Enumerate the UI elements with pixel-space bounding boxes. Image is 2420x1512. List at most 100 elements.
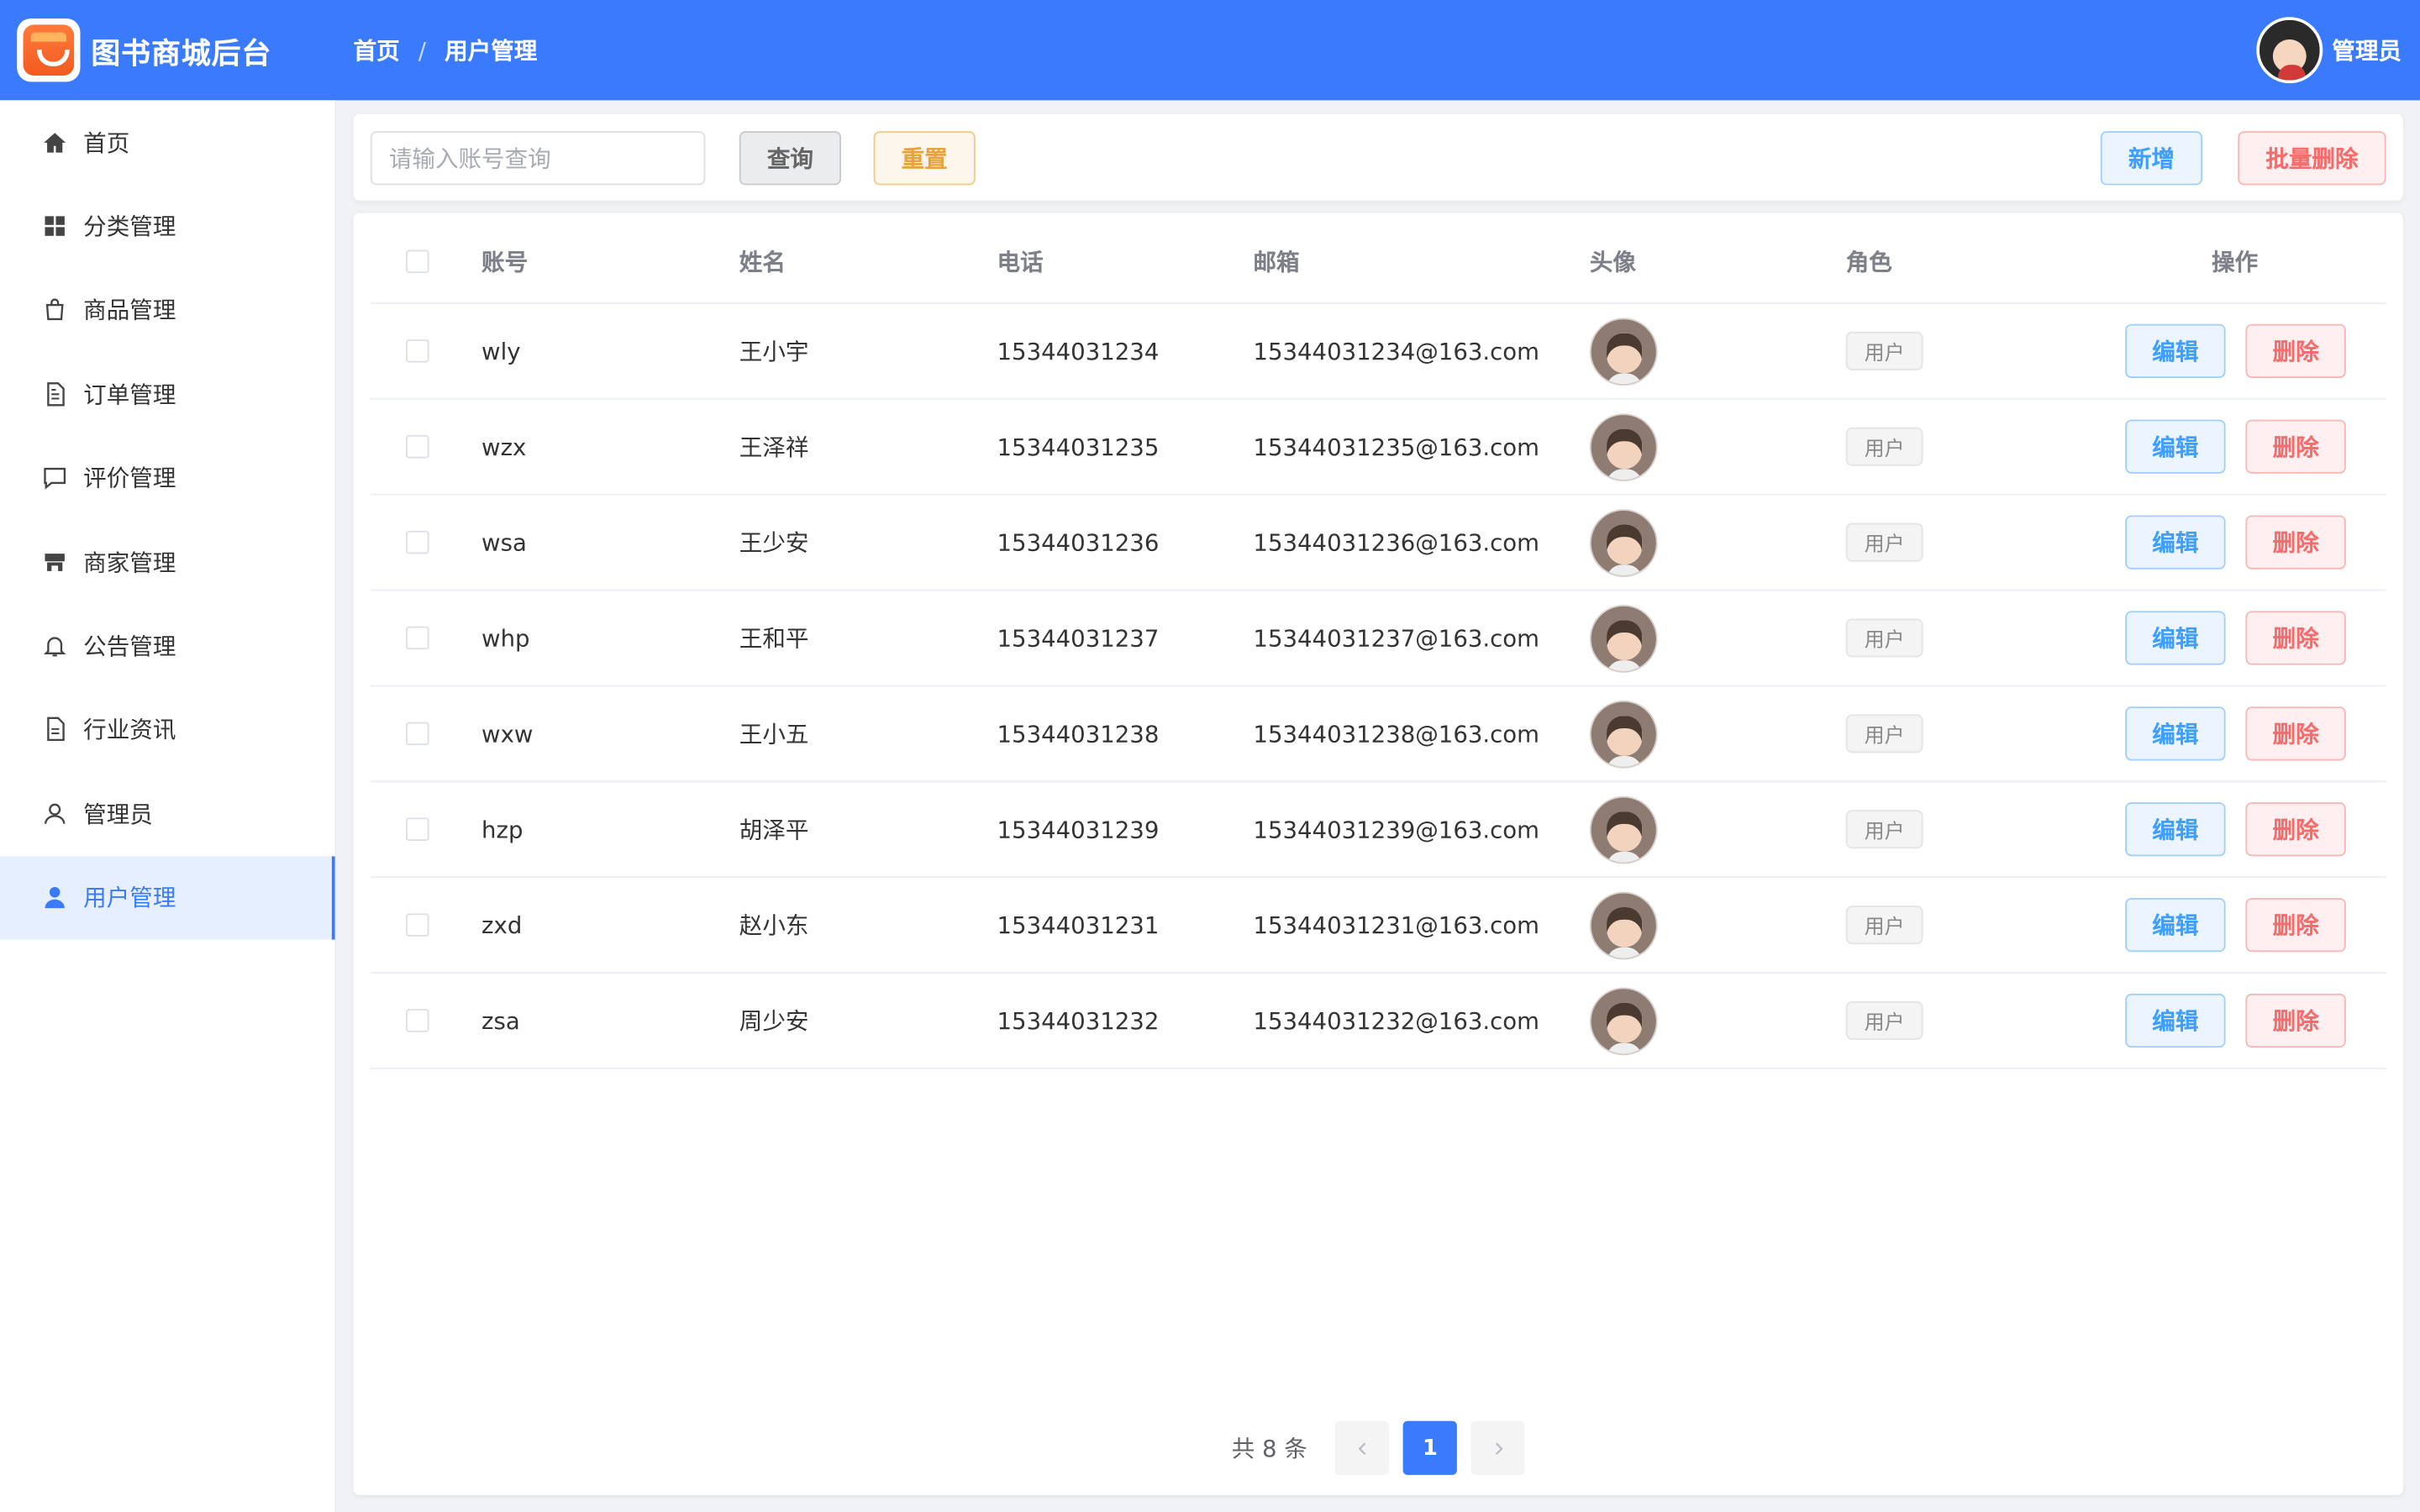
sidebar-item-reviews[interactable]: 评价管理 (0, 436, 335, 520)
table-body: wly 王小宇 15344031234 15344031234@163.com … (370, 304, 2386, 1069)
row-checkbox[interactable] (406, 626, 429, 650)
table-header-row: 账号 姓名 电话 邮箱 头像 角色 操作 (370, 219, 2386, 304)
user-avatar[interactable] (1589, 508, 1658, 577)
cell-phone: 15344031231 (997, 911, 1160, 939)
row-checkbox[interactable] (406, 722, 429, 746)
row-checkbox[interactable] (406, 530, 429, 554)
cell-account: wzx (481, 433, 527, 461)
cell-phone: 15344031235 (997, 433, 1160, 461)
cell-phone: 15344031234 (997, 337, 1160, 365)
role-tag: 用户 (1845, 331, 1923, 370)
sidebar-item-notices[interactable]: 公告管理 (0, 604, 335, 688)
breadcrumb-separator: / (418, 36, 427, 65)
row-checkbox[interactable] (406, 434, 429, 459)
sidebar-item-merchants[interactable]: 商家管理 (0, 520, 335, 604)
bell-icon (40, 632, 68, 659)
user-avatar[interactable] (1589, 699, 1658, 768)
user-avatar[interactable] (1589, 795, 1658, 864)
cell-avatar (1589, 974, 1658, 1068)
column-header-role: 角色 (1845, 247, 1892, 276)
user-name[interactable]: 管理员 (2332, 34, 2402, 66)
column-header-actions: 操作 (2212, 247, 2259, 276)
cell-email: 15344031237@163.com (1253, 623, 1539, 653)
add-button[interactable]: 新增 (2100, 131, 2203, 186)
prev-page-button[interactable] (1334, 1420, 1390, 1475)
row-select-cell (406, 496, 429, 590)
sidebar-item-category[interactable]: 分类管理 (0, 184, 335, 268)
grid-icon (40, 213, 68, 240)
sidebar-item-label: 评价管理 (83, 465, 176, 493)
delete-button[interactable]: 删除 (2245, 897, 2346, 953)
cell-account: wly (481, 337, 521, 365)
sidebar-item-users[interactable]: 用户管理 (0, 855, 335, 940)
account-search-input[interactable] (370, 131, 706, 186)
cell-actions: 编辑 删除 (2125, 878, 2346, 972)
cell-avatar (1589, 686, 1658, 780)
cell-role: 用户 (1845, 591, 1923, 685)
delete-button[interactable]: 删除 (2245, 706, 2346, 761)
row-checkbox[interactable] (406, 339, 429, 363)
column-header-avatar: 头像 (1589, 247, 1636, 276)
edit-button[interactable]: 编辑 (2125, 897, 2226, 953)
sidebar-item-goods[interactable]: 商品管理 (0, 268, 335, 352)
edit-button[interactable]: 编辑 (2125, 515, 2226, 570)
admin-avatar[interactable] (2256, 17, 2323, 84)
row-select-cell (406, 591, 429, 685)
row-checkbox[interactable] (406, 1009, 429, 1032)
sidebar-item-admin[interactable]: 管理员 (0, 772, 335, 856)
cell-avatar (1589, 591, 1658, 685)
user-menu[interactable]: 管理员 (2256, 17, 2402, 84)
user-table: 账号 姓名 电话 邮箱 头像 角色 操作 wly 王小宇 15344031234… (370, 219, 2386, 1069)
breadcrumb-home[interactable]: 首页 (354, 34, 400, 66)
sidebar-item-label: 首页 (83, 129, 130, 157)
edit-button[interactable]: 编辑 (2125, 611, 2226, 665)
user-avatar[interactable] (1589, 986, 1658, 1055)
edit-button[interactable]: 编辑 (2125, 419, 2226, 474)
cell-name: 王小五 (739, 720, 809, 748)
news-icon (40, 716, 68, 743)
delete-button[interactable]: 删除 (2245, 419, 2346, 474)
reset-button[interactable]: 重置 (873, 131, 976, 186)
edit-button[interactable]: 编辑 (2125, 706, 2226, 761)
cell-avatar (1589, 304, 1658, 398)
cell-account: wxw (481, 719, 534, 748)
row-checkbox[interactable] (406, 913, 429, 937)
user-avatar[interactable] (1589, 890, 1658, 959)
page: 图书商城后台 首页 / 用户管理 管理员 首页 分类管理 商品管理 订单管理 评… (0, 0, 2420, 1512)
sidebar-item-orders[interactable]: 订单管理 (0, 352, 335, 436)
breadcrumb-current: 用户管理 (445, 37, 538, 66)
row-select-cell (406, 304, 429, 398)
cell-role: 用户 (1845, 878, 1923, 972)
page-number-button[interactable]: 1 (1402, 1420, 1458, 1475)
next-page-button[interactable] (1470, 1420, 1525, 1475)
document-icon (40, 380, 68, 407)
cell-role: 用户 (1845, 782, 1923, 876)
sidebar-item-news[interactable]: 行业资讯 (0, 688, 335, 772)
select-all-checkbox[interactable] (406, 249, 429, 273)
delete-button[interactable]: 删除 (2245, 323, 2346, 378)
role-tag: 用户 (1845, 427, 1923, 466)
edit-button[interactable]: 编辑 (2125, 802, 2226, 857)
table-row: wsa 王少安 15344031236 15344031236@163.com … (370, 496, 2386, 591)
edit-button[interactable]: 编辑 (2125, 323, 2226, 378)
edit-button[interactable]: 编辑 (2125, 993, 2226, 1048)
role-tag: 用户 (1845, 714, 1923, 753)
app-logo[interactable] (17, 18, 81, 82)
batch-delete-button[interactable]: 批量删除 (2238, 131, 2386, 186)
cell-avatar (1589, 878, 1658, 972)
delete-button[interactable]: 删除 (2245, 611, 2346, 665)
query-button[interactable]: 查询 (739, 131, 842, 186)
delete-button[interactable]: 删除 (2245, 802, 2346, 857)
row-checkbox[interactable] (406, 817, 429, 842)
sidebar-item-home[interactable]: 首页 (0, 100, 335, 184)
role-tag: 用户 (1845, 618, 1923, 658)
user-outline-icon (40, 800, 68, 827)
delete-button[interactable]: 删除 (2245, 993, 2346, 1048)
sidebar: 首页 分类管理 商品管理 订单管理 评价管理 商家管理 公告管理 行业资讯 管理… (0, 100, 337, 1512)
user-avatar[interactable] (1589, 412, 1658, 481)
home-icon (40, 129, 68, 156)
cell-phone: 15344031239 (997, 815, 1160, 843)
user-avatar[interactable] (1589, 604, 1658, 672)
delete-button[interactable]: 删除 (2245, 515, 2346, 570)
user-avatar[interactable] (1589, 317, 1658, 386)
